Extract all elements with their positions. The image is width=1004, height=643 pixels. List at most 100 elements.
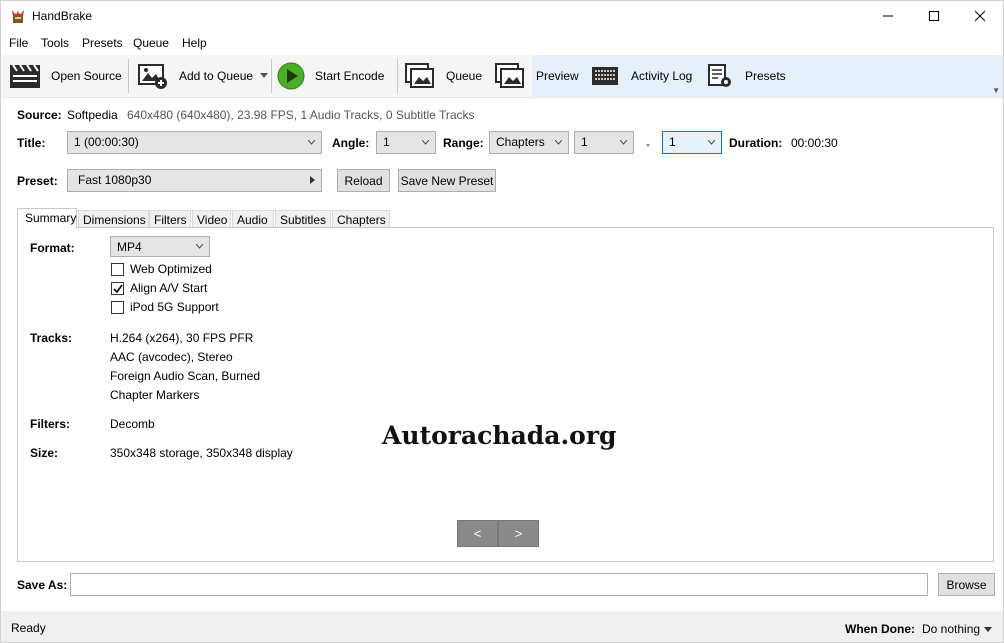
menu-bar: File Tools Presets Queue Help	[1, 33, 1003, 53]
open-source-button[interactable]: Open Source	[9, 61, 122, 91]
chevron-down-icon	[555, 140, 562, 145]
activity-log-icon	[592, 67, 618, 85]
size-label: Size:	[30, 446, 59, 460]
tab-filters[interactable]: Filters	[149, 210, 191, 228]
reload-button[interactable]: Reload	[337, 169, 390, 192]
title-label: Title:	[17, 136, 46, 150]
angle-label: Angle:	[332, 136, 370, 150]
presets-label: Presets	[745, 69, 786, 83]
menu-presets[interactable]: Presets	[82, 36, 123, 50]
format-dropdown[interactable]: MP4	[110, 236, 210, 257]
tab-chapters[interactable]: Chapters	[332, 210, 390, 228]
activity-log-button[interactable]: Activity Log	[591, 61, 692, 91]
tab-subtitles[interactable]: Subtitles	[275, 210, 331, 228]
clapperboard-icon	[10, 64, 40, 88]
angle-value: 1	[383, 135, 390, 149]
title-bar: HandBrake	[1, 1, 1003, 31]
minimize-button[interactable]	[865, 1, 911, 31]
chevron-down-icon	[422, 140, 429, 145]
play-icon	[277, 62, 305, 90]
range-mode-value: Chapters	[496, 135, 545, 149]
menu-help[interactable]: Help	[182, 36, 207, 50]
browse-button[interactable]: Browse	[938, 573, 995, 596]
maximize-button[interactable]	[911, 1, 957, 31]
source-info: 640x480 (640x480), 23.98 FPS, 1 Audio Tr…	[127, 108, 475, 122]
window-title: HandBrake	[32, 9, 93, 23]
duration-label: Duration:	[729, 136, 783, 150]
queue-label: Queue	[446, 69, 483, 83]
close-button[interactable]	[957, 1, 1003, 31]
presets-gear-icon	[708, 64, 731, 87]
tracks-label: Tracks:	[30, 331, 73, 345]
tab-audio[interactable]: Audio	[232, 210, 274, 228]
preview-label: Preview	[536, 69, 579, 83]
size-value: 350x348 storage, 350x348 display	[110, 446, 293, 460]
range-dash: -	[646, 137, 650, 151]
tab-summary[interactable]: Summary	[17, 208, 77, 229]
close-icon	[974, 10, 986, 22]
queue-pictures-icon	[405, 63, 434, 88]
open-source-label: Open Source	[51, 69, 122, 83]
format-label: Format:	[30, 241, 75, 255]
when-done-label: When Done:	[845, 622, 915, 636]
ipod-support-checkbox[interactable]	[111, 301, 124, 314]
track-item: Chapter Markers	[110, 388, 200, 402]
filters-label: Filters:	[30, 417, 71, 431]
source-label: Source:	[17, 108, 62, 122]
menu-file[interactable]: File	[9, 36, 28, 50]
range-end-dropdown[interactable]: 1	[662, 131, 722, 154]
toolbar: Open Source Add to Queue Start Encode Qu…	[1, 55, 1003, 98]
save-new-preset-button[interactable]: Save New Preset	[398, 169, 496, 192]
previous-preview-button[interactable]: <	[457, 520, 498, 547]
format-value: MP4	[117, 240, 142, 254]
toolbar-overflow-icon[interactable]: ▼	[992, 86, 1000, 95]
maximize-icon	[929, 11, 939, 21]
checkmark-icon	[113, 284, 123, 294]
range-start-value: 1	[581, 135, 588, 149]
chevron-right-icon	[310, 176, 315, 184]
align-av-label: Align A/V Start	[130, 281, 208, 295]
range-start-dropdown[interactable]: 1	[574, 131, 634, 154]
save-as-input[interactable]	[70, 573, 928, 596]
presets-button[interactable]: Presets	[707, 61, 786, 91]
preview-pictures-icon	[495, 63, 524, 88]
preset-selector[interactable]: Fast 1080p30	[67, 169, 322, 192]
menu-queue[interactable]: Queue	[133, 36, 169, 50]
status-text: Ready	[11, 621, 46, 635]
watermark-text: Autorachada.org	[382, 421, 617, 450]
tab-dimensions[interactable]: Dimensions	[78, 210, 149, 228]
start-encode-label: Start Encode	[315, 69, 385, 83]
minimize-icon	[883, 15, 893, 17]
menu-tools[interactable]: Tools	[41, 36, 69, 50]
align-av-checkbox[interactable]	[111, 282, 124, 295]
next-preview-button[interactable]: >	[498, 520, 539, 547]
track-item: AAC (avcodec), Stereo	[110, 350, 233, 364]
range-end-value: 1	[669, 135, 676, 149]
handbrake-logo-icon	[12, 10, 24, 23]
preview-button[interactable]: Preview	[494, 61, 579, 91]
start-encode-button[interactable]: Start Encode	[277, 61, 384, 91]
add-to-queue-button[interactable]: Add to Queue	[137, 61, 253, 91]
title-dropdown[interactable]: 1 (00:00:30)	[67, 131, 322, 154]
chevron-down-icon	[620, 140, 627, 145]
range-mode-dropdown[interactable]: Chapters	[489, 131, 569, 154]
title-value: 1 (00:00:30)	[74, 135, 139, 149]
save-as-label: Save As:	[17, 578, 68, 592]
filters-value: Decomb	[110, 417, 155, 431]
angle-dropdown[interactable]: 1	[376, 131, 436, 154]
when-done-dropdown[interactable]: Do nothing	[922, 622, 980, 636]
web-optimized-label: Web Optimized	[130, 262, 212, 276]
ipod-support-label: iPod 5G Support	[130, 300, 219, 314]
chevron-down-icon[interactable]	[984, 627, 992, 632]
add-to-queue-dropdown-caret[interactable]	[260, 73, 268, 78]
queue-button[interactable]: Queue	[404, 61, 482, 91]
source-name: Softpedia	[67, 108, 118, 122]
app-window: HandBrake File Tools Presets Queue Help	[0, 0, 1004, 643]
preset-value: Fast 1080p30	[78, 173, 152, 187]
duration-value: 00:00:30	[791, 136, 838, 150]
activity-log-label: Activity Log	[631, 69, 693, 83]
web-optimized-checkbox[interactable]	[111, 263, 124, 276]
tab-video[interactable]: Video	[192, 210, 231, 228]
chevron-down-icon	[708, 140, 715, 145]
track-item: H.264 (x264), 30 FPS PFR	[110, 331, 254, 345]
